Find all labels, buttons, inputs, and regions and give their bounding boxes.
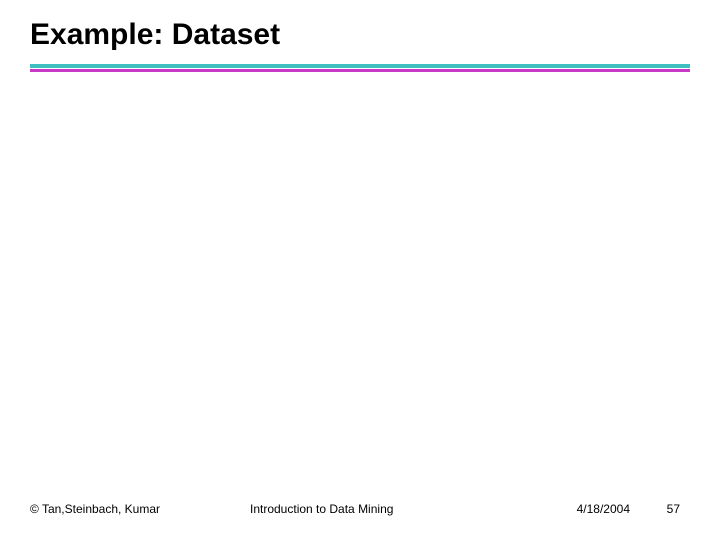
slide: Example: Dataset © Tan,Steinbach, Kumar … [0,0,720,540]
divider-teal [30,64,690,68]
footer-date: 4/18/2004 [577,502,630,516]
footer-page-number: 57 [667,502,680,516]
footer: © Tan,Steinbach, Kumar Introduction to D… [30,502,690,516]
title-divider [30,64,690,72]
slide-title: Example: Dataset [30,18,280,52]
divider-magenta [30,69,690,72]
